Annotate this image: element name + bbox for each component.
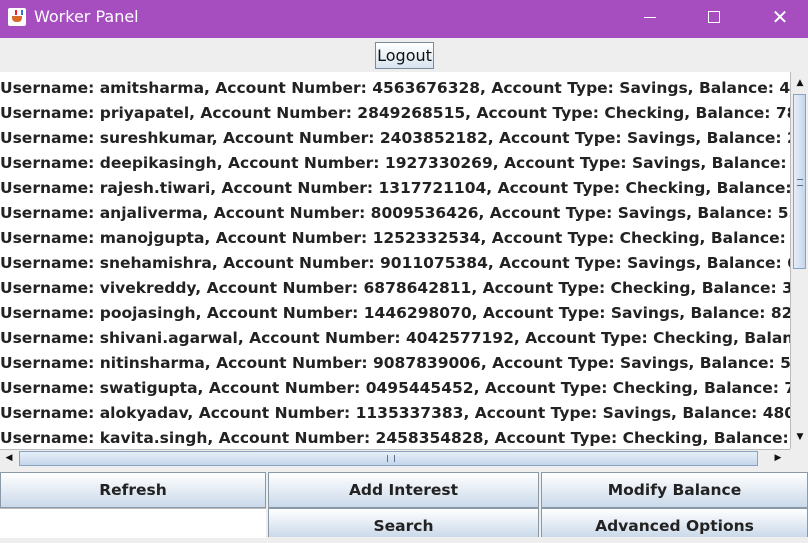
- list-item[interactable]: Username: anjaliverma, Account Number: 8…: [0, 204, 790, 229]
- list-item[interactable]: Username: sureshkumar, Account Number: 2…: [0, 129, 790, 154]
- title-bar[interactable]: Worker Panel ✕: [0, 0, 808, 38]
- list-item[interactable]: Username: snehamishra, Account Number: 9…: [0, 254, 790, 279]
- scroll-up-arrow-icon[interactable]: ▲: [792, 75, 808, 91]
- maximize-button[interactable]: [691, 0, 737, 34]
- scroll-right-arrow-icon[interactable]: ▶: [770, 450, 786, 466]
- logout-button[interactable]: Logout: [375, 42, 434, 69]
- vertical-scroll-thumb[interactable]: [793, 94, 806, 269]
- list-item[interactable]: Username: deepikasingh, Account Number: …: [0, 154, 790, 179]
- vertical-scrollbar[interactable]: ▲ ▼: [790, 72, 808, 449]
- horizontal-scroll-thumb[interactable]: [19, 451, 758, 466]
- grip-icon: [387, 455, 395, 462]
- list-item[interactable]: Username: kavita.singh, Account Number: …: [0, 429, 790, 449]
- add-interest-button[interactable]: Add Interest: [268, 472, 539, 508]
- close-button[interactable]: ✕: [757, 0, 803, 34]
- close-icon: ✕: [771, 5, 789, 29]
- advanced-options-button[interactable]: Advanced Options: [541, 508, 808, 537]
- list-item[interactable]: Username: vivekreddy, Account Number: 68…: [0, 279, 790, 304]
- list-item[interactable]: Username: rajesh.tiwari, Account Number:…: [0, 179, 790, 204]
- list-item[interactable]: Username: manojgupta, Account Number: 12…: [0, 229, 790, 254]
- refresh-button[interactable]: Refresh: [0, 472, 266, 508]
- list-item[interactable]: Username: nitinsharma, Account Number: 9…: [0, 354, 790, 379]
- minimize-button[interactable]: [627, 0, 673, 34]
- list-item[interactable]: Username: shivani.agarwal, Account Numbe…: [0, 329, 790, 354]
- grip-icon: [797, 179, 803, 186]
- account-list[interactable]: Username: amitsharma, Account Number: 45…: [0, 72, 790, 449]
- list-item[interactable]: Username: amitsharma, Account Number: 45…: [0, 79, 790, 104]
- list-item[interactable]: Username: priyapatel, Account Number: 28…: [0, 104, 790, 129]
- list-item[interactable]: Username: alokyadav, Account Number: 113…: [0, 404, 790, 429]
- list-item[interactable]: Username: poojasingh, Account Number: 14…: [0, 304, 790, 329]
- window-title: Worker Panel: [34, 7, 139, 26]
- empty-panel: [0, 508, 266, 538]
- java-app-icon: [8, 8, 26, 26]
- search-button[interactable]: Search: [268, 508, 539, 537]
- list-item[interactable]: Username: swatigupta, Account Number: 04…: [0, 379, 790, 404]
- modify-balance-button[interactable]: Modify Balance: [541, 472, 808, 508]
- scrollbar-corner: [790, 449, 808, 467]
- scroll-down-arrow-icon[interactable]: ▼: [792, 429, 808, 445]
- maximize-icon: [708, 11, 720, 23]
- minimize-icon: [644, 16, 656, 18]
- scroll-left-arrow-icon[interactable]: ◀: [1, 450, 17, 466]
- horizontal-scrollbar[interactable]: ◀ ▶: [0, 449, 790, 467]
